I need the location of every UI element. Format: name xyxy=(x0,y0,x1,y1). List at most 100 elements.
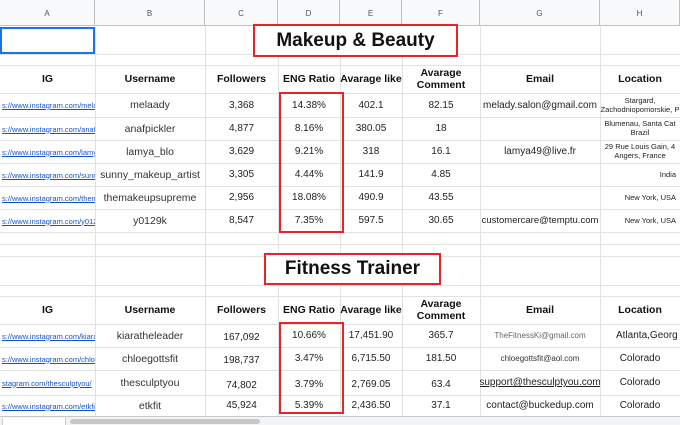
header-location: Location xyxy=(618,72,662,85)
ig-link[interactable]: s://www.instagram.com/etkfit/ xyxy=(0,396,95,416)
followers-cell: 167,092 xyxy=(223,332,260,344)
average-comment-cell: 18 xyxy=(435,123,447,135)
username-cell: anafpickler xyxy=(124,122,176,135)
location-cell: New York, USA xyxy=(624,192,676,202)
eng-ratio-cell: 18.08% xyxy=(292,192,326,204)
email-cell xyxy=(480,187,600,209)
location-cell: Colorado xyxy=(619,400,661,412)
followers-cell: 198,737 xyxy=(223,355,260,367)
average-like-cell: 141.9 xyxy=(358,169,384,181)
average-like-cell: 2,436.50 xyxy=(351,400,391,412)
email-cell: contact@buckedup.com xyxy=(486,400,594,412)
ig-link[interactable]: s://www.instagram.com/chloegottsfit/ xyxy=(0,348,95,370)
header-location: Location xyxy=(618,303,662,316)
username-cell: sunny_makeup_artist xyxy=(100,168,200,181)
average-like-cell: 402.1 xyxy=(358,99,384,111)
grid-line xyxy=(0,285,680,286)
average-like-cell: 17,451.90 xyxy=(348,330,394,342)
horizontal-scrollbar[interactable] xyxy=(70,419,260,424)
location-cell: Blumenau, Santa Cat Brazil xyxy=(604,119,676,137)
header-average-comment: Avarage Comment xyxy=(416,66,466,91)
header-eng-ratio: ENG Ratio xyxy=(283,303,335,316)
header-followers: Followers xyxy=(216,303,266,316)
average-like-cell: 490.9 xyxy=(358,192,384,204)
column-header-h[interactable]: H xyxy=(600,0,680,26)
selected-cell-a[interactable] xyxy=(0,27,95,54)
followers-cell: 4,877 xyxy=(228,123,255,135)
location-cell: Colorado xyxy=(619,377,661,389)
header-eng-ratio: ENG Ratio xyxy=(283,72,335,85)
average-comment-cell: 37.1 xyxy=(431,400,451,412)
followers-cell: 8,547 xyxy=(228,215,255,227)
header-ig: IG xyxy=(41,72,54,85)
ig-link[interactable]: s://www.instagram.com/anafpickler/ xyxy=(0,118,95,140)
header-ig: IG xyxy=(41,303,54,316)
average-like-cell: 2,769.05 xyxy=(351,379,391,391)
header-followers: Followers xyxy=(216,72,266,85)
eng-ratio-cell: 3.47% xyxy=(294,353,324,365)
username-cell: etkfit xyxy=(138,399,162,412)
followers-cell: 45,924 xyxy=(226,400,257,412)
username-cell: kiaratheleader xyxy=(116,329,184,342)
average-like-cell: 6,715.50 xyxy=(351,353,391,365)
ig-link[interactable]: s://www.instagram.com/kiaratheleader/ xyxy=(0,325,95,347)
column-header-c[interactable]: C xyxy=(205,0,278,26)
header-username: Username xyxy=(124,72,176,85)
ig-link[interactable]: s://www.instagram.com/themakeupsupreme/ xyxy=(0,187,95,209)
column-header-e[interactable]: E xyxy=(340,0,402,26)
followers-cell: 2,956 xyxy=(228,192,255,204)
sheet-tab[interactable] xyxy=(2,418,66,425)
followers-cell: 3,305 xyxy=(228,169,255,181)
email-cell xyxy=(480,118,600,140)
email-cell: lamya49@live.fr xyxy=(504,146,576,158)
average-like-cell: 597.5 xyxy=(358,215,384,227)
email-cell: customercare@temptu.com xyxy=(481,214,599,226)
eng-ratio-cell: 8.16% xyxy=(294,123,324,135)
section-title-fitness: Fitness Trainer xyxy=(264,253,441,285)
ig-link[interactable]: s://www.instagram.com/sunny_makeup_artis… xyxy=(0,164,95,186)
eng-ratio-cell: 5.39% xyxy=(294,400,324,412)
grid-line xyxy=(0,244,680,245)
grid-line xyxy=(0,232,680,233)
eng-ratio-cell: 10.66% xyxy=(292,330,326,342)
email-cell xyxy=(480,164,600,186)
header-average-comment: Avarage Comment xyxy=(416,297,466,322)
ig-link[interactable]: s://www.instagram.com/lamya_blo/ xyxy=(0,141,95,163)
average-like-cell: 318 xyxy=(362,146,380,158)
eng-ratio-cell: 3.79% xyxy=(294,379,324,391)
location-cell: New York, USA xyxy=(624,215,676,225)
average-comment-cell: 82.15 xyxy=(428,99,454,111)
ig-link[interactable]: stagram.com/thesculptyou/ xyxy=(0,371,95,395)
header-average-like: Avarage like xyxy=(340,303,402,316)
eng-ratio-cell: 9.21% xyxy=(294,146,324,158)
column-header-g[interactable]: G xyxy=(480,0,600,26)
location-cell: India xyxy=(659,169,676,179)
column-header-f[interactable]: F xyxy=(402,0,480,26)
average-like-cell: 380.05 xyxy=(355,123,387,135)
location-cell: Atlanta,Georg xyxy=(616,330,678,342)
section-title-makeup: Makeup & Beauty xyxy=(253,24,458,57)
average-comment-cell: 16.1 xyxy=(431,146,451,158)
email-cell: chloegottsfit@aol.com xyxy=(500,354,580,364)
location-cell: Stargard, Zachodniopomorskie, P xyxy=(600,95,680,114)
ig-link[interactable]: s://www.instagram.com/y0129k/ xyxy=(0,210,95,232)
email-cell: melady.salon@gmail.com xyxy=(483,99,597,111)
followers-cell: 74,802 xyxy=(226,380,257,392)
header-average-like: Avarage like xyxy=(340,72,402,85)
column-header-b[interactable]: B xyxy=(95,0,205,26)
location-cell: Colorado xyxy=(619,353,661,365)
average-comment-cell: 365.7 xyxy=(428,330,454,342)
eng-ratio-cell: 4.44% xyxy=(294,169,324,181)
column-header-bar: A B C D E F G H xyxy=(0,0,680,26)
average-comment-cell: 181.50 xyxy=(425,353,457,365)
header-email: Email xyxy=(525,72,554,85)
email-cell: support@thesculptyou.com xyxy=(480,377,600,389)
username-cell: thesculptyou xyxy=(120,376,180,389)
average-comment-cell: 43.55 xyxy=(428,192,454,204)
column-header-d[interactable]: D xyxy=(278,0,340,26)
ig-link[interactable]: s://www.instagram.com/melaady/ xyxy=(0,94,95,117)
eng-ratio-cell: 14.38% xyxy=(292,99,326,111)
eng-ratio-cell: 7.35% xyxy=(294,215,324,227)
column-header-a[interactable]: A xyxy=(0,0,95,26)
username-cell: chloegottsfit xyxy=(121,352,179,365)
